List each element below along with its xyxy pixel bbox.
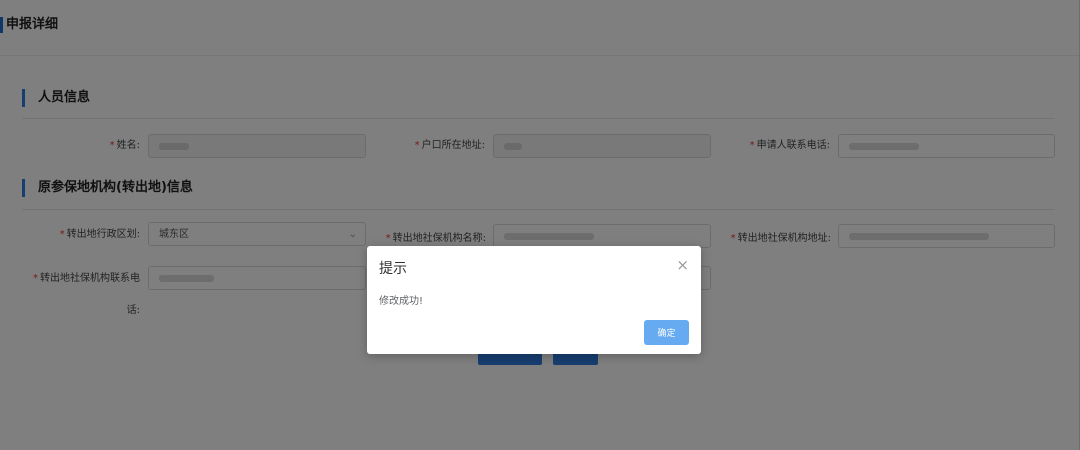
dialog-title: 提示 (379, 261, 407, 277)
close-icon[interactable]: × (676, 256, 689, 274)
confirm-button[interactable]: 确定 (644, 320, 689, 345)
dialog-message: 修改成功! (379, 296, 424, 307)
message-dialog: 提示 × 修改成功! 确定 (367, 246, 701, 354)
modal-overlay[interactable] (0, 0, 1080, 450)
